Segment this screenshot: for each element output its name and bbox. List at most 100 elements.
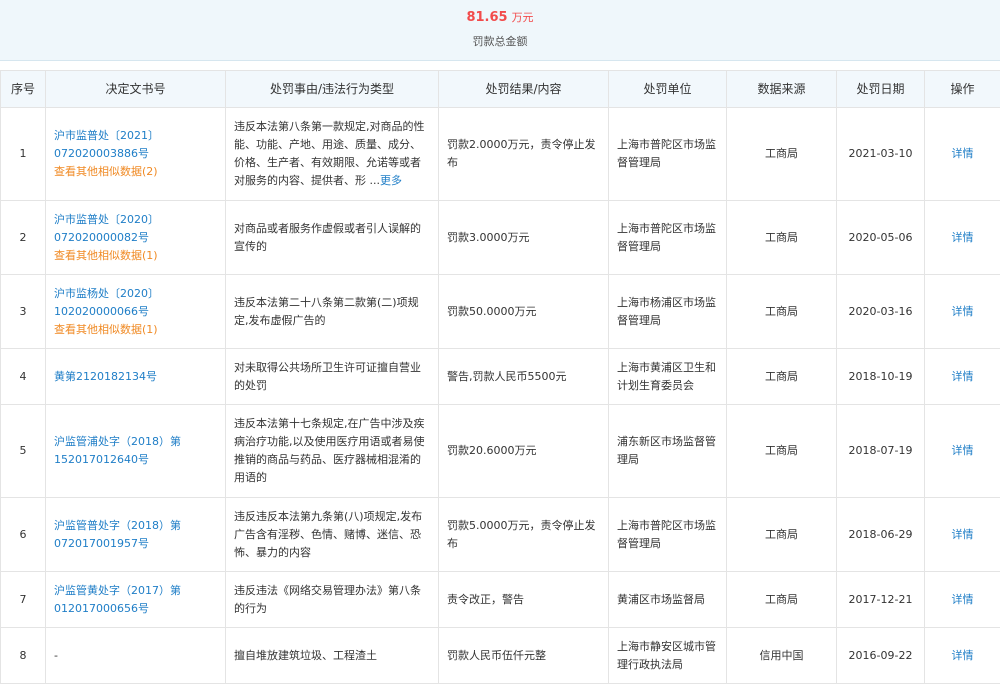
row-index: 4: [0, 348, 46, 405]
total-amount-label: 罚款总金额: [472, 35, 528, 48]
source-cell: 工商局: [726, 348, 837, 405]
table-row: 8 - 擅自堆放建筑垃圾、工程渣土 罚款人民币伍仟元整 上海市静安区城市管理行政…: [0, 627, 1000, 684]
reason-cell: 违反本法第八条第一款规定,对商品的性能、功能、产地、用途、质量、成分、价格、生产…: [225, 107, 439, 201]
header-source: 数据来源: [726, 70, 837, 108]
reason-cell: 违反违法《网络交易管理办法》第八条的行为: [225, 571, 439, 628]
table-row: 4 黄第2120182134号 对未取得公共场所卫生许可证擅自营业的处罚 警告,…: [0, 348, 1000, 405]
detail-link[interactable]: 详情: [952, 147, 974, 160]
decision-number-link[interactable]: 沪市监普处〔2021〕072020003886号: [54, 127, 217, 163]
decision-number-link[interactable]: 沪监管普处字（2018）第072017001957号: [54, 517, 217, 553]
similar-data-link[interactable]: 查看其他相似数据(2): [54, 163, 217, 181]
result-cell: 警告,罚款人民币5500元: [438, 348, 609, 405]
result-cell: 罚款2.0000万元，责令停止发布: [438, 107, 609, 201]
unit-cell: 上海市普陀区市场监督管理局: [608, 200, 727, 275]
result-cell: 罚款5.0000万元，责令停止发布: [438, 497, 609, 572]
decision-number-link[interactable]: 沪监管浦处字（2018）第152017012640号: [54, 433, 217, 469]
date-cell: 2018-07-19: [836, 404, 925, 498]
decision-cell: 黄第2120182134号: [45, 348, 226, 405]
header-action: 操作: [924, 70, 1000, 108]
total-amount-value: 81.65: [466, 10, 508, 25]
unit-cell: 上海市普陀区市场监督管理局: [608, 497, 727, 572]
action-cell: 详情: [924, 571, 1000, 628]
date-cell: 2016-09-22: [836, 627, 925, 684]
detail-link[interactable]: 详情: [952, 649, 974, 662]
action-cell: 详情: [924, 404, 1000, 498]
unit-cell: 上海市杨浦区市场监督管理局: [608, 274, 727, 349]
action-cell: 详情: [924, 107, 1000, 201]
date-cell: 2021-03-10: [836, 107, 925, 201]
decision-number-link[interactable]: 黄第2120182134号: [54, 368, 217, 386]
decision-number-link[interactable]: 沪市监普处〔2020〕072020000082号: [54, 211, 217, 247]
source-cell: 工商局: [726, 107, 837, 201]
decision-cell: 沪市监普处〔2021〕072020003886号 查看其他相似数据(2): [45, 107, 226, 201]
date-cell: 2020-05-06: [836, 200, 925, 275]
detail-link[interactable]: 详情: [952, 444, 974, 457]
unit-cell: 上海市静安区城市管理行政执法局: [608, 627, 727, 684]
row-index: 6: [0, 497, 46, 572]
more-link[interactable]: 更多: [380, 174, 402, 187]
detail-link[interactable]: 详情: [952, 305, 974, 318]
detail-link[interactable]: 详情: [952, 528, 974, 541]
reason-cell: 擅自堆放建筑垃圾、工程渣土: [225, 627, 439, 684]
similar-data-link[interactable]: 查看其他相似数据(1): [54, 321, 217, 339]
table-header-row: 序号 决定文书号 处罚事由/违法行为类型 处罚结果/内容 处罚单位 数据来源 处…: [0, 70, 1000, 108]
source-cell: 工商局: [726, 274, 837, 349]
source-cell: 工商局: [726, 497, 837, 572]
row-index: 1: [0, 107, 46, 201]
result-cell: 罚款50.0000万元: [438, 274, 609, 349]
reason-cell: 违反违反本法第九条第(八)项规定,发布广告含有淫秽、色情、赌博、迷信、恐怖、暴力…: [225, 497, 439, 572]
row-index: 3: [0, 274, 46, 349]
similar-data-link[interactable]: 查看其他相似数据(1): [54, 247, 217, 265]
source-cell: 信用中国: [726, 627, 837, 684]
table-row: 2 沪市监普处〔2020〕072020000082号 查看其他相似数据(1) 对…: [0, 200, 1000, 275]
unit-cell: 浦东新区市场监督管理局: [608, 404, 727, 498]
decision-cell: 沪监管浦处字（2018）第152017012640号: [45, 404, 226, 498]
penalty-table: 序号 决定文书号 处罚事由/违法行为类型 处罚结果/内容 处罚单位 数据来源 处…: [0, 70, 1000, 684]
decision-cell: 沪监管普处字（2018）第072017001957号: [45, 497, 226, 572]
date-cell: 2017-12-21: [836, 571, 925, 628]
result-cell: 罚款人民币伍仟元整: [438, 627, 609, 684]
table-row: 6 沪监管普处字（2018）第072017001957号 违反违反本法第九条第(…: [0, 497, 1000, 572]
source-cell: 工商局: [726, 571, 837, 628]
header-decision-no: 决定文书号: [45, 70, 226, 108]
unit-cell: 上海市黄浦区卫生和计划生育委员会: [608, 348, 727, 405]
result-cell: 责令改正，警告: [438, 571, 609, 628]
result-cell: 罚款3.0000万元: [438, 200, 609, 275]
row-index: 8: [0, 627, 46, 684]
date-cell: 2018-10-19: [836, 348, 925, 405]
total-amount-unit: 万元: [511, 11, 534, 24]
table-row: 1 沪市监普处〔2021〕072020003886号 查看其他相似数据(2) 违…: [0, 107, 1000, 201]
date-cell: 2018-06-29: [836, 497, 925, 572]
header-unit: 处罚单位: [608, 70, 727, 108]
table-row: 3 沪市监杨处〔2020〕102020000066号 查看其他相似数据(1) 违…: [0, 274, 1000, 349]
action-cell: 详情: [924, 348, 1000, 405]
decision-number: -: [54, 648, 58, 662]
header-result: 处罚结果/内容: [438, 70, 609, 108]
header-index: 序号: [0, 70, 46, 108]
source-cell: 工商局: [726, 404, 837, 498]
detail-link[interactable]: 详情: [952, 593, 974, 606]
header-reason: 处罚事由/违法行为类型: [225, 70, 439, 108]
penalty-summary: 81.65 万元 罚款总金额: [0, 0, 1000, 61]
reason-cell: 违反本法第二十八条第二款第(二)项规定,发布虚假广告的: [225, 274, 439, 349]
table-row: 7 沪监管黄处字（2017）第012017000656号 违反违法《网络交易管理…: [0, 571, 1000, 628]
decision-cell: -: [45, 627, 226, 684]
row-index: 7: [0, 571, 46, 628]
action-cell: 详情: [924, 627, 1000, 684]
reason-cell: 对未取得公共场所卫生许可证擅自营业的处罚: [225, 348, 439, 405]
unit-cell: 黄浦区市场监督局: [608, 571, 727, 628]
detail-link[interactable]: 详情: [952, 370, 974, 383]
decision-number-link[interactable]: 沪市监杨处〔2020〕102020000066号: [54, 285, 217, 321]
total-amount: 81.65 万元: [0, 8, 1000, 27]
header-date: 处罚日期: [836, 70, 925, 108]
decision-cell: 沪市监普处〔2020〕072020000082号 查看其他相似数据(1): [45, 200, 226, 275]
decision-number-link[interactable]: 沪监管黄处字（2017）第012017000656号: [54, 582, 217, 618]
result-cell: 罚款20.6000万元: [438, 404, 609, 498]
row-index: 5: [0, 404, 46, 498]
action-cell: 详情: [924, 497, 1000, 572]
source-cell: 工商局: [726, 200, 837, 275]
reason-cell: 违反本法第十七条规定,在广告中涉及疾病治疗功能,以及使用医疗用语或者易使推销的商…: [225, 404, 439, 498]
decision-cell: 沪监管黄处字（2017）第012017000656号: [45, 571, 226, 628]
detail-link[interactable]: 详情: [952, 231, 974, 244]
decision-cell: 沪市监杨处〔2020〕102020000066号 查看其他相似数据(1): [45, 274, 226, 349]
